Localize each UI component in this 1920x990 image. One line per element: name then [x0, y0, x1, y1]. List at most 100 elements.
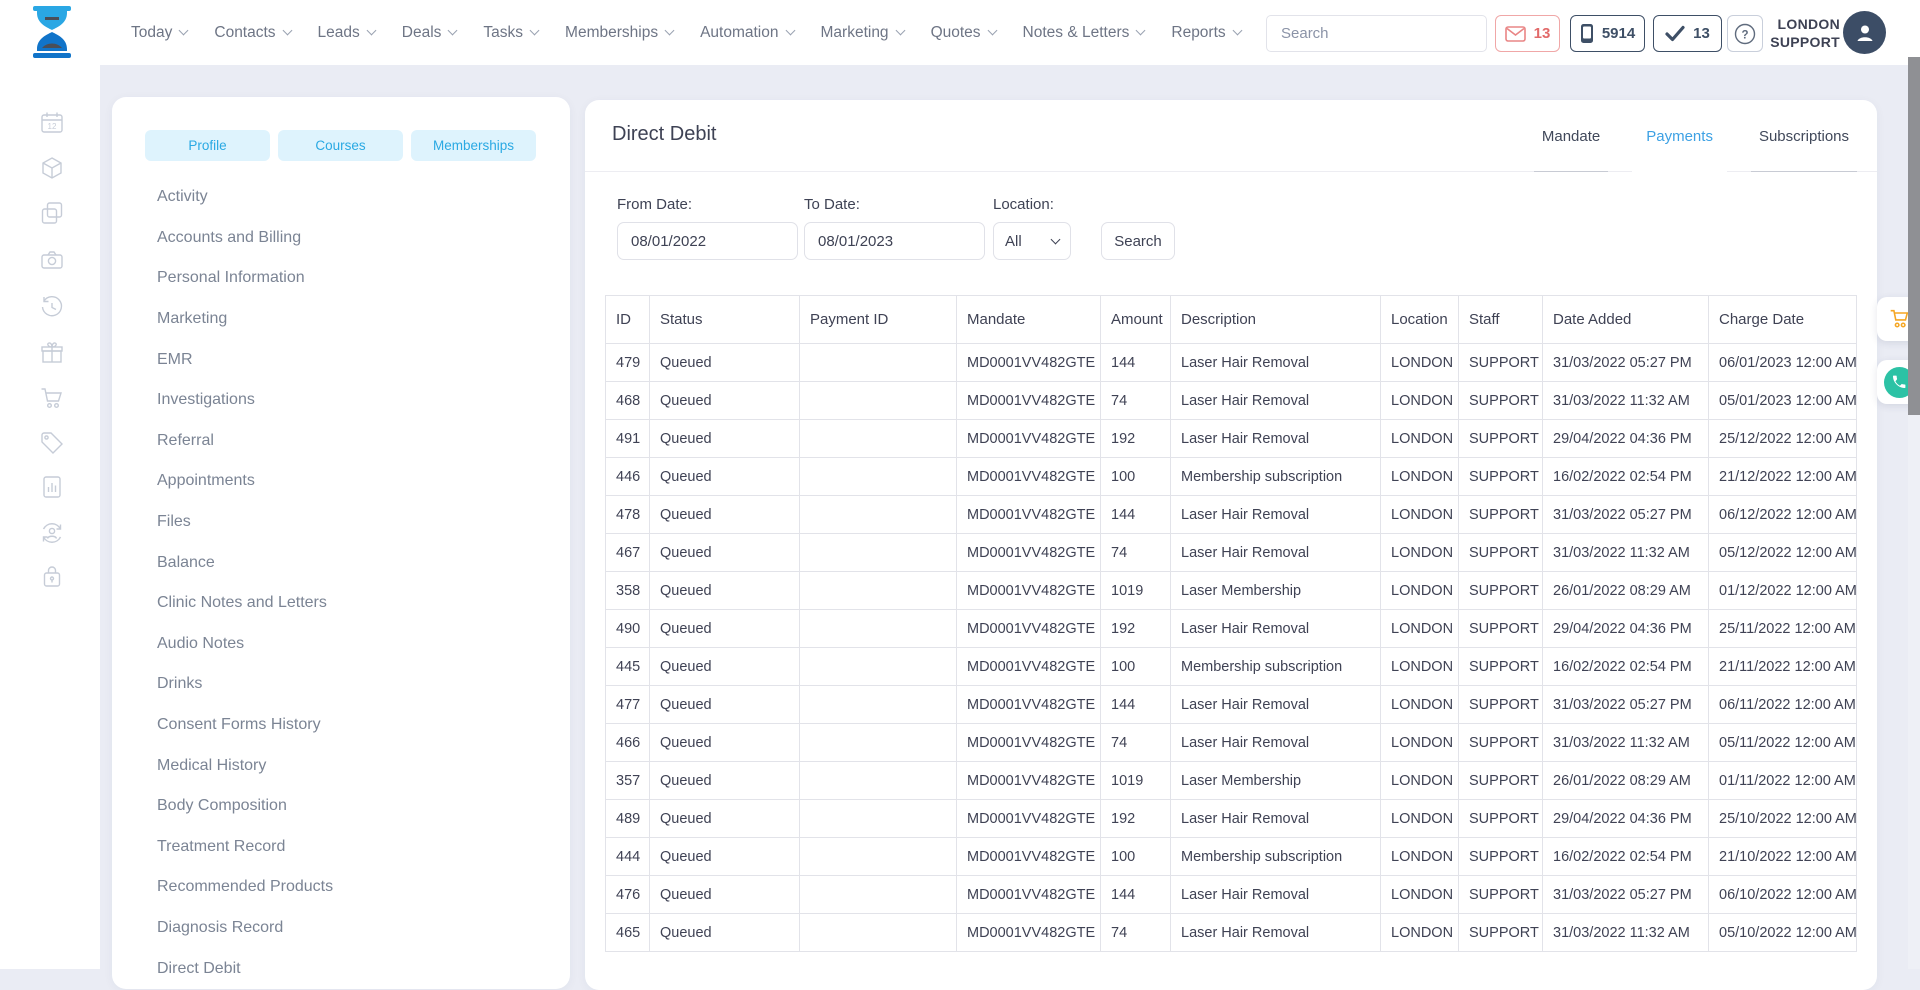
nav-item-quotes[interactable]: Quotes: [931, 24, 996, 42]
cell-status: Queued: [650, 420, 800, 458]
filter-search-button[interactable]: Search: [1101, 222, 1175, 260]
cell-payment-id: [800, 762, 957, 800]
nav-item-today[interactable]: Today: [131, 24, 187, 42]
contact-side-panel: Profile Courses Memberships ActivityAccoun…: [112, 97, 570, 989]
tab-mandate[interactable]: Mandate: [1542, 100, 1600, 172]
package-icon[interactable]: [39, 155, 65, 181]
tab-subscriptions[interactable]: Subscriptions: [1759, 100, 1849, 172]
mobile-phone-icon: [1580, 23, 1594, 44]
sidebar-item-consent-forms-history[interactable]: Consent Forms History: [157, 705, 554, 746]
tasks-badge[interactable]: 13: [1653, 15, 1722, 52]
column-header-staff: Staff: [1459, 296, 1543, 344]
gift-icon[interactable]: [39, 340, 65, 366]
cell-location: LONDON: [1381, 762, 1459, 800]
tasks-count: 13: [1693, 25, 1710, 42]
cell-charge-date: 21/12/2022 12:00 AM: [1709, 458, 1857, 496]
sidebar-item-referral[interactable]: Referral: [157, 421, 554, 462]
sidebar-item-personal-information[interactable]: Personal Information: [157, 258, 554, 299]
tab-profile[interactable]: Profile: [145, 130, 270, 161]
sidebar-item-audio-notes[interactable]: Audio Notes: [157, 624, 554, 665]
nav-item-memberships[interactable]: Memberships: [565, 24, 673, 42]
nav-item-label: Contacts: [214, 24, 275, 42]
nav-item-deals[interactable]: Deals: [402, 24, 457, 42]
nav-item-reports[interactable]: Reports: [1171, 24, 1240, 42]
sidebar-item-body-composition[interactable]: Body Composition: [157, 786, 554, 827]
cell-amount: 100: [1101, 648, 1171, 686]
cell-payment-id: [800, 800, 957, 838]
user-sync-icon[interactable]: [39, 520, 65, 546]
nav-item-marketing[interactable]: Marketing: [821, 24, 904, 42]
to-date-input[interactable]: [804, 222, 985, 260]
price-tag-icon[interactable]: [39, 430, 65, 456]
sidebar-item-marketing[interactable]: Marketing: [157, 299, 554, 340]
location-select[interactable]: All: [993, 222, 1071, 260]
nav-item-leads[interactable]: Leads: [318, 24, 375, 42]
chevron-down-icon: [179, 25, 189, 35]
table-row: 445QueuedMD0001VV482GTE100Membership sub…: [606, 648, 1857, 686]
cell-staff: SUPPORT: [1459, 724, 1543, 762]
report-icon[interactable]: [39, 474, 65, 500]
sms-notifications-badge[interactable]: 5914: [1570, 15, 1645, 52]
cell-staff: SUPPORT: [1459, 496, 1543, 534]
help-button[interactable]: ?: [1727, 15, 1763, 52]
sidebar-item-treatment-record[interactable]: Treatment Record: [157, 827, 554, 868]
calendar-icon[interactable]: 12: [39, 110, 65, 136]
avatar[interactable]: [1843, 11, 1886, 54]
cell-amount: 144: [1101, 496, 1171, 534]
cell-id: 466: [606, 724, 650, 762]
sidebar-item-appointments[interactable]: Appointments: [157, 461, 554, 502]
column-header-status: Status: [650, 296, 800, 344]
sidebar-item-medical-history[interactable]: Medical History: [157, 745, 554, 786]
cell-staff: SUPPORT: [1459, 572, 1543, 610]
cart-icon[interactable]: [39, 385, 65, 411]
cell-description: Laser Hair Removal: [1171, 344, 1381, 382]
sidebar-item-balance[interactable]: Balance: [157, 542, 554, 583]
sidebar-item-activity[interactable]: Activity: [157, 177, 554, 218]
email-notifications-badge[interactable]: 13: [1495, 15, 1560, 52]
nav-item-tasks[interactable]: Tasks: [483, 24, 538, 42]
locker-icon[interactable]: [39, 564, 65, 590]
nav-item-automation[interactable]: Automation: [700, 24, 793, 42]
chevron-down-icon: [895, 25, 905, 35]
cell-staff: SUPPORT: [1459, 762, 1543, 800]
camera-icon[interactable]: [39, 247, 65, 273]
page-title: Direct Debit: [612, 123, 716, 146]
tab-courses[interactable]: Courses: [278, 130, 403, 161]
sidebar-item-accounts-and-billing[interactable]: Accounts and Billing: [157, 218, 554, 259]
search-input[interactable]: [1267, 16, 1487, 51]
cell-description: Membership subscription: [1171, 838, 1381, 876]
nav-item-contacts[interactable]: Contacts: [214, 24, 290, 42]
email-count: 13: [1534, 25, 1551, 42]
nav-item-notes-letters[interactable]: Notes & Letters: [1023, 24, 1145, 42]
sidebar-item-recommended-products[interactable]: Recommended Products: [157, 867, 554, 908]
app-logo-icon[interactable]: [28, 6, 76, 59]
tab-memberships[interactable]: Memberships: [411, 130, 536, 161]
cell-amount: 74: [1101, 382, 1171, 420]
cell-date-added: 31/03/2022 11:32 AM: [1543, 914, 1709, 952]
tab-payments[interactable]: Payments: [1646, 100, 1713, 172]
from-date-input[interactable]: [617, 222, 798, 260]
cell-payment-id: [800, 458, 957, 496]
sidebar-item-drinks[interactable]: Drinks: [157, 664, 554, 705]
cell-mandate: MD0001VV482GTE: [957, 838, 1101, 876]
sidebar-item-files[interactable]: Files: [157, 502, 554, 543]
cell-mandate: MD0001VV482GTE: [957, 610, 1101, 648]
sidebar-item-clinic-notes-and-letters[interactable]: Clinic Notes and Letters: [157, 583, 554, 624]
history-icon[interactable]: [39, 294, 65, 320]
scrollbar-thumb[interactable]: [1908, 57, 1920, 415]
copy-icon[interactable]: [39, 200, 65, 226]
cell-staff: SUPPORT: [1459, 876, 1543, 914]
cell-staff: SUPPORT: [1459, 382, 1543, 420]
table-row: 478QueuedMD0001VV482GTE144Laser Hair Rem…: [606, 496, 1857, 534]
cell-charge-date: 06/01/2023 12:00 AM: [1709, 344, 1857, 382]
cell-amount: 1019: [1101, 762, 1171, 800]
sidebar-item-diagnosis-record[interactable]: Diagnosis Record: [157, 908, 554, 949]
cell-description: Laser Hair Removal: [1171, 800, 1381, 838]
cell-amount: 192: [1101, 800, 1171, 838]
sidebar-item-investigations[interactable]: Investigations: [157, 380, 554, 421]
nav-item-label: Leads: [318, 24, 360, 42]
cell-date-added: 31/03/2022 05:27 PM: [1543, 686, 1709, 724]
sidebar-item-emr[interactable]: EMR: [157, 339, 554, 380]
cell-description: Laser Hair Removal: [1171, 496, 1381, 534]
cell-charge-date: 05/10/2022 12:00 AM: [1709, 914, 1857, 952]
